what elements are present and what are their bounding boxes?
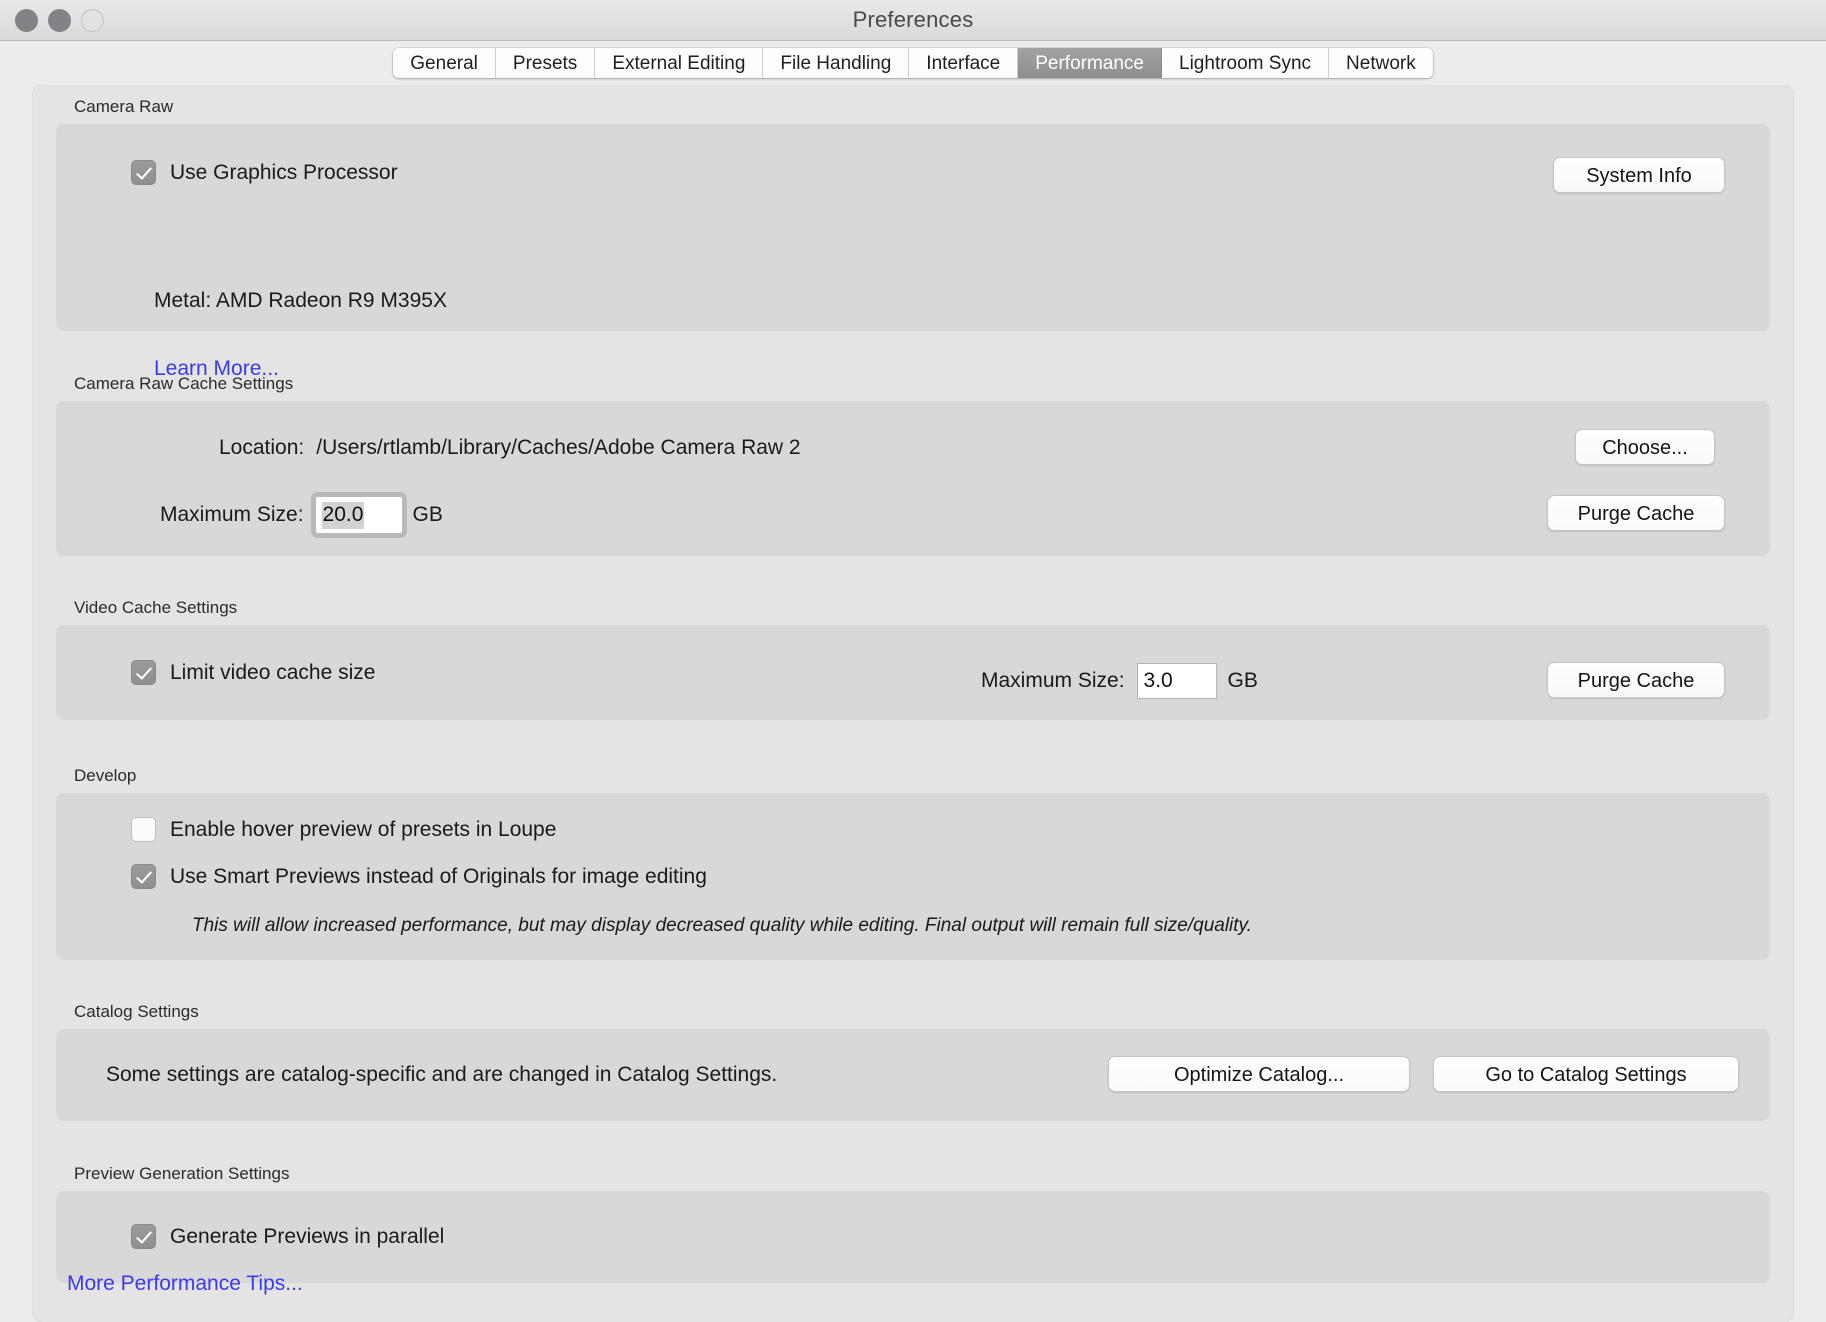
- zoom-button[interactable]: [81, 9, 104, 32]
- section-title-video-cache: Video Cache Settings: [56, 598, 1770, 625]
- panel-catalog: Some settings are catalog-specific and a…: [56, 1029, 1770, 1121]
- section-title-catalog: Catalog Settings: [56, 1002, 1770, 1029]
- video-cache-max-size-input[interactable]: 3.0: [1137, 663, 1217, 699]
- cache-max-size-unit: GB: [413, 503, 443, 527]
- tabbar-container: General Presets External Editing File Ha…: [0, 41, 1826, 85]
- minimize-button[interactable]: [48, 9, 71, 32]
- cache-max-size-row: Maximum Size: 20.0 GB: [160, 497, 443, 533]
- smart-previews-note: This will allow increased performance, b…: [192, 915, 1252, 937]
- use-graphics-processor-checkbox[interactable]: [131, 160, 156, 185]
- more-performance-tips-link[interactable]: More Performance Tips...: [67, 1272, 303, 1296]
- cache-location-label: Location:: [219, 436, 304, 460]
- learn-more-link[interactable]: Learn More...: [154, 357, 279, 381]
- use-gpu-row: Use Graphics Processor: [131, 160, 398, 185]
- video-cache-max-size-value: 3.0: [1144, 669, 1173, 693]
- hover-preview-checkbox[interactable]: [131, 817, 156, 842]
- cache-max-size-label: Maximum Size:: [160, 503, 304, 527]
- cache-location-row: Location: /Users/rtlamb/Library/Caches/A…: [219, 436, 801, 460]
- cache-max-size-value: 20.0: [322, 502, 365, 529]
- choose-cache-location-button[interactable]: Choose...: [1575, 429, 1715, 465]
- section-title-camera-raw-cache: Camera Raw Cache Settings: [56, 374, 1770, 401]
- window-title: Preferences: [0, 7, 1826, 33]
- tab-network[interactable]: Network: [1329, 48, 1433, 78]
- panel-develop: Enable hover preview of presets in Loupe…: [56, 793, 1770, 960]
- video-cache-max-size-label: Maximum Size:: [981, 669, 1125, 693]
- tab-file-handling[interactable]: File Handling: [763, 48, 909, 78]
- window-titlebar: Preferences: [0, 0, 1826, 41]
- panel-camera-raw: Use Graphics Processor System Info Metal…: [56, 124, 1770, 331]
- section-catalog: Catalog Settings Some settings are catal…: [56, 1002, 1770, 1121]
- preferences-window: Preferences General Presets External Edi…: [0, 0, 1826, 1322]
- optimize-catalog-button[interactable]: Optimize Catalog...: [1108, 1056, 1410, 1092]
- hover-preview-row: Enable hover preview of presets in Loupe: [131, 817, 556, 842]
- tab-general[interactable]: General: [393, 48, 496, 78]
- video-cache-max-size-unit: GB: [1228, 669, 1258, 693]
- cache-max-size-input[interactable]: 20.0: [316, 497, 402, 533]
- section-camera-raw-cache: Camera Raw Cache Settings Location: /Use…: [56, 374, 1770, 556]
- limit-video-cache-row: Limit video cache size: [131, 660, 375, 685]
- section-title-preview-generation: Preview Generation Settings: [56, 1164, 1770, 1191]
- hover-preview-label: Enable hover preview of presets in Loupe: [170, 818, 556, 842]
- close-button[interactable]: [15, 9, 38, 32]
- use-graphics-processor-label: Use Graphics Processor: [170, 161, 398, 185]
- section-video-cache: Video Cache Settings Limit video cache s…: [56, 598, 1770, 720]
- system-info-button[interactable]: System Info: [1553, 157, 1725, 193]
- purge-video-cache-button[interactable]: Purge Cache: [1547, 662, 1725, 698]
- tab-performance[interactable]: Performance: [1018, 48, 1162, 78]
- smart-previews-checkbox[interactable]: [131, 864, 156, 889]
- section-camera-raw: Camera Raw Use Graphics Processor System…: [56, 97, 1770, 331]
- gpu-info-text: Metal: AMD Radeon R9 M395X: [154, 289, 447, 313]
- purge-camera-raw-cache-button[interactable]: Purge Cache: [1547, 495, 1725, 531]
- tab-lightroom-sync[interactable]: Lightroom Sync: [1162, 48, 1329, 78]
- section-title-camera-raw: Camera Raw: [56, 97, 1770, 124]
- footer-area: More Performance Tips...: [33, 1244, 1793, 1322]
- cache-location-value: /Users/rtlamb/Library/Caches/Adobe Camer…: [316, 436, 800, 460]
- limit-video-cache-checkbox[interactable]: [131, 660, 156, 685]
- panel-video-cache: Limit video cache size Maximum Size: 3.0…: [56, 625, 1770, 720]
- window-controls: [15, 0, 104, 40]
- panel-camera-raw-cache: Location: /Users/rtlamb/Library/Caches/A…: [56, 401, 1770, 556]
- limit-video-cache-label: Limit video cache size: [170, 661, 375, 685]
- video-cache-max-size-row: Maximum Size: 3.0 GB: [981, 663, 1258, 699]
- section-develop: Develop Enable hover preview of presets …: [56, 766, 1770, 960]
- preferences-tabbar: General Presets External Editing File Ha…: [393, 48, 1432, 78]
- tab-presets[interactable]: Presets: [496, 48, 595, 78]
- smart-previews-row: Use Smart Previews instead of Originals …: [131, 864, 707, 889]
- tab-interface[interactable]: Interface: [909, 48, 1018, 78]
- catalog-description: Some settings are catalog-specific and a…: [106, 1063, 777, 1087]
- tab-external-editing[interactable]: External Editing: [595, 48, 763, 78]
- smart-previews-label: Use Smart Previews instead of Originals …: [170, 865, 707, 889]
- preferences-content: Camera Raw Use Graphics Processor System…: [33, 85, 1793, 1322]
- section-title-develop: Develop: [56, 766, 1770, 793]
- go-to-catalog-settings-button[interactable]: Go to Catalog Settings: [1433, 1056, 1739, 1092]
